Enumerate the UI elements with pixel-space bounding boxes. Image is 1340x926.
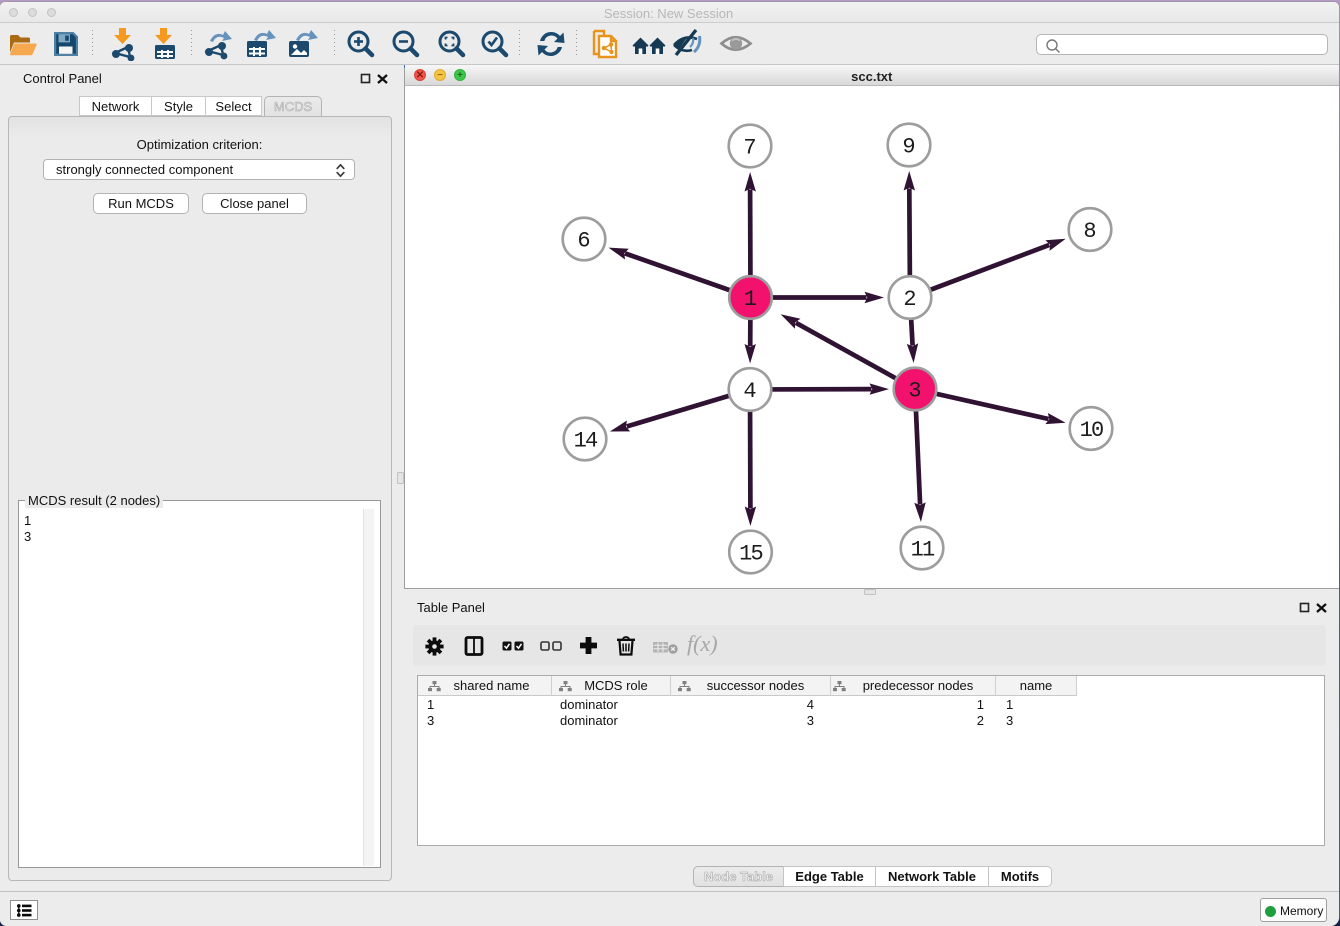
svg-text:6: 6 bbox=[577, 229, 590, 254]
svg-text:7: 7 bbox=[743, 136, 756, 161]
svg-text:9: 9 bbox=[902, 135, 915, 160]
svg-text:4: 4 bbox=[743, 379, 756, 404]
svg-text:11: 11 bbox=[911, 538, 935, 563]
svg-text:15: 15 bbox=[739, 542, 762, 567]
svg-text:10: 10 bbox=[1080, 418, 1103, 443]
svg-text:3: 3 bbox=[908, 379, 921, 404]
svg-text:1: 1 bbox=[744, 287, 757, 312]
svg-text:14: 14 bbox=[574, 429, 598, 454]
svg-text:2: 2 bbox=[903, 287, 916, 312]
svg-text:8: 8 bbox=[1083, 219, 1096, 244]
